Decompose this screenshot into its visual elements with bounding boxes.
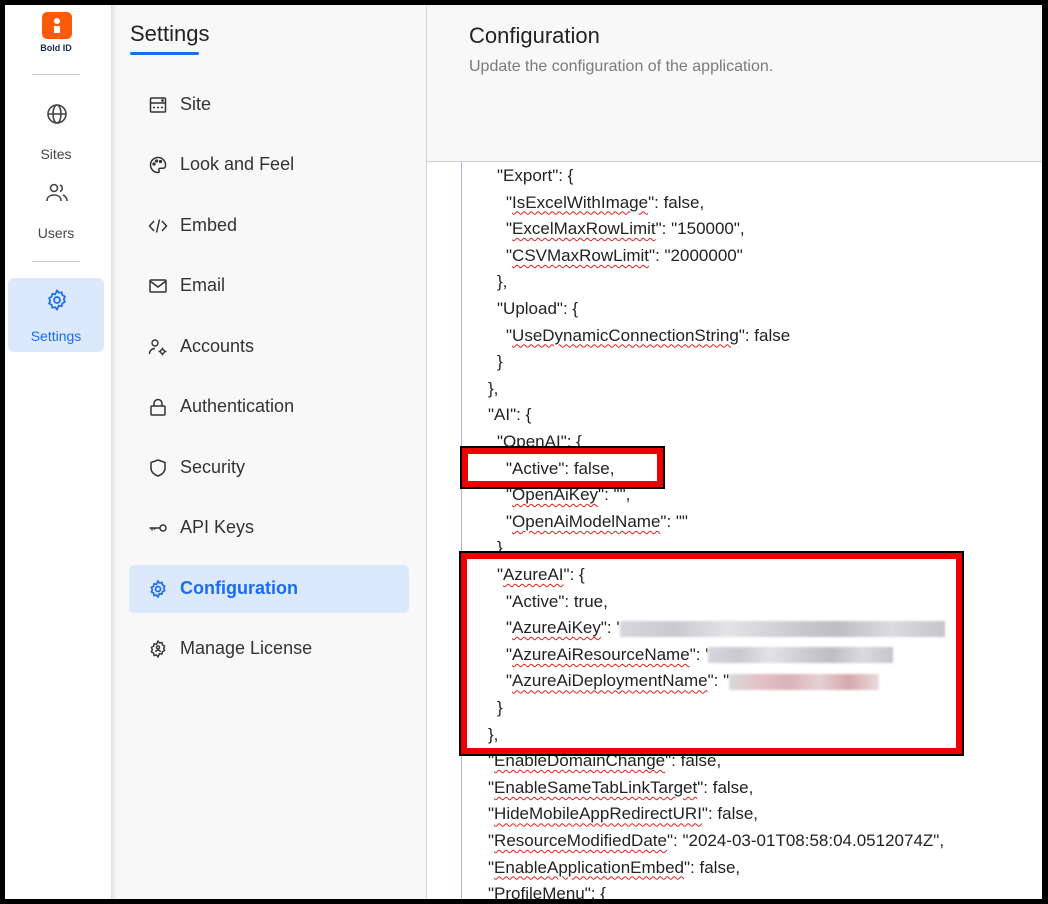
shield-icon (150, 459, 166, 477)
rail-item-sites[interactable]: Sites (8, 92, 104, 166)
sidebar-item-label: API Keys (180, 517, 255, 537)
json-key: EnableSameTabLinkTarget (494, 777, 698, 797)
sidebar-item-label: Authentication (180, 396, 295, 416)
code-line: "Upload": { (497, 299, 579, 318)
code-line: "UseDynamicConnectionString": false (506, 325, 791, 345)
code-line: }, (488, 378, 499, 398)
sidebar-item-site[interactable]: Site (129, 81, 409, 129)
sidebar-item-label: Manage License (180, 638, 313, 658)
json-key: OpenAiModelName (512, 511, 661, 531)
code-line: } (497, 352, 503, 372)
rail-item-settings[interactable]: Settings (8, 278, 104, 352)
page-title: Configuration (469, 23, 600, 48)
site-icon (149, 97, 167, 113)
code-line: "ExcelMaxRowLimit": "150000", (506, 219, 745, 239)
sidebar-item-label: Site (180, 94, 212, 114)
page-header: Configuration Update the configuration o… (427, 5, 1042, 162)
code-line: "HideMobileAppRedirectURI": false, (488, 804, 759, 824)
code-line: "Export": { (497, 166, 574, 185)
sidebar-item-label: Embed (180, 215, 238, 235)
gear-icon (48, 288, 66, 312)
code-icon (148, 219, 168, 233)
mail-icon (149, 279, 167, 293)
highlight-azureai-block (459, 551, 964, 756)
json-key: HideMobileAppRedirectURI (494, 804, 702, 824)
sidebar-item-security[interactable]: Security (129, 444, 409, 492)
sidebar-item-email[interactable]: Email (129, 262, 409, 310)
json-key: IsExcelWithImage (512, 192, 649, 212)
title-underline (130, 52, 199, 55)
page-subtitle: Update the configuration of the applicat… (469, 58, 774, 75)
code-line: "AI": { (488, 405, 532, 425)
logo-text: Bold ID (40, 43, 72, 53)
rail-item-users[interactable]: Users (8, 171, 104, 245)
json-key: ResourceModifiedDate (494, 831, 667, 850)
code-line: "ResourceModifiedDate": "2024-03-01T08:5… (488, 831, 945, 850)
sidebar-item-label: Look and Feel (180, 154, 295, 174)
highlight-openai-active (460, 446, 665, 489)
license-gear-icon (150, 639, 166, 659)
code-line: "ProfileMenu": { (488, 881, 606, 899)
user-gear-icon (148, 339, 167, 356)
key-icon (149, 524, 167, 532)
code-line: "OpenAiModelName": "" (506, 511, 688, 531)
sidebar-item-label: Email (180, 275, 226, 295)
sidebar-item-configuration[interactable]: Configuration (129, 565, 409, 613)
sidebar-item-api-keys[interactable]: API Keys (129, 504, 409, 552)
code-line: "CSVMaxRowLimit": "2000000" (506, 245, 743, 265)
settings-sidebar: Settings Site Look and Feel Embed Email … (111, 5, 427, 899)
json-key: Export (503, 166, 553, 185)
json-key: ProfileMenu (494, 884, 585, 899)
config-json-editor[interactable]: "Export": { "IsExcelWithImage": false, "Ex… (461, 162, 1042, 899)
rail-divider (32, 74, 80, 75)
bold-id-logo-icon[interactable] (42, 12, 72, 39)
sidebar-item-label: Configuration (180, 578, 298, 598)
json-key: UseDynamicConnectionString (512, 325, 739, 345)
sidebar-item-manage-license[interactable]: Manage License (129, 625, 409, 673)
code-line: "EnableSameTabLinkTarget": false, (488, 777, 754, 797)
gear-icon (150, 579, 166, 599)
app-rail: Bold ID Sites Users Settings (5, 5, 111, 899)
rail-item-label: Settings (30, 328, 82, 344)
code-line: "IsExcelWithImage": false, (506, 192, 705, 212)
lock-icon (150, 398, 166, 416)
app-window: Bold ID Sites Users Settings Settings Si… (5, 5, 1042, 899)
code-line: }, (497, 272, 508, 292)
rail-item-label: Users (37, 225, 75, 241)
users-icon (46, 183, 68, 202)
json-key: ExcelMaxRowLimit (512, 219, 656, 239)
sidebar-item-accounts[interactable]: Accounts (129, 323, 409, 371)
palette-icon (149, 156, 167, 174)
sidebar-item-embed[interactable]: Embed (129, 202, 409, 250)
rail-divider (32, 261, 80, 262)
json-key: AI (494, 405, 511, 425)
json-key: Upload (503, 299, 557, 318)
sidebar-item-look-and-feel[interactable]: Look and Feel (129, 141, 409, 189)
sidebar-item-authentication[interactable]: Authentication (129, 383, 409, 431)
json-key: CSVMaxRowLimit (512, 245, 650, 265)
json-key: EnableApplicationEmbed (494, 857, 685, 877)
sidebar-item-label: Security (180, 457, 246, 477)
code-line: "EnableApplicationEmbed": false, (488, 857, 741, 877)
rail-item-label: Sites (40, 146, 72, 162)
globe-icon (47, 104, 67, 124)
sidebar-item-label: Accounts (180, 336, 255, 356)
sidebar-title: Settings (130, 21, 210, 46)
